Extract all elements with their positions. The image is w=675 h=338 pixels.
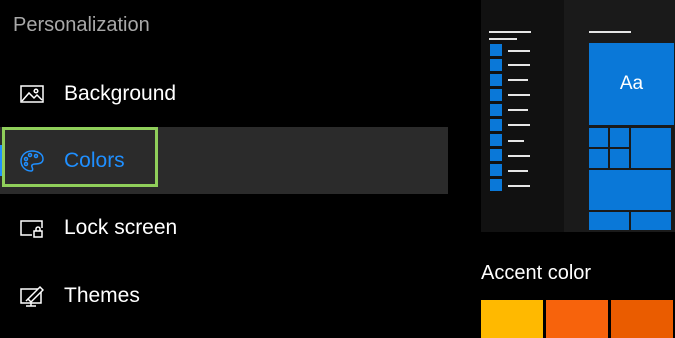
preview-tile (631, 128, 671, 168)
preview-large-tile: Aa (589, 43, 674, 125)
preview-group-header (589, 31, 631, 33)
theme-preview: Aa (481, 0, 675, 232)
accent-color-heading: Accent color (481, 262, 592, 284)
preview-wide-tile (589, 170, 671, 210)
nav-item-label: Lock screen (64, 215, 178, 239)
picture-icon (20, 82, 44, 106)
highlight-annotation (2, 127, 158, 187)
preview-tile (610, 128, 629, 147)
preview-tile (589, 149, 608, 168)
preview-start-menu (481, 0, 564, 232)
preview-tile (631, 212, 671, 230)
preview-tile (589, 128, 608, 147)
nav-item-themes[interactable]: Themes (0, 262, 448, 329)
accent-swatch-dark-orange[interactable] (611, 300, 673, 338)
nav-item-background[interactable]: Background (0, 60, 448, 127)
nav-item-lock-screen[interactable]: Lock screen (0, 194, 448, 261)
accent-swatch-orange[interactable] (546, 300, 608, 338)
accent-swatch-yellow[interactable] (481, 300, 543, 338)
tile-label: Aa (619, 73, 644, 94)
nav-item-label: Background (64, 81, 177, 105)
themes-icon (20, 284, 45, 308)
preview-tile (610, 149, 629, 168)
preview-tile (589, 212, 629, 230)
lock-screen-icon (20, 216, 44, 240)
nav-item-label: Themes (64, 283, 140, 307)
section-title: Personalization (13, 14, 150, 36)
